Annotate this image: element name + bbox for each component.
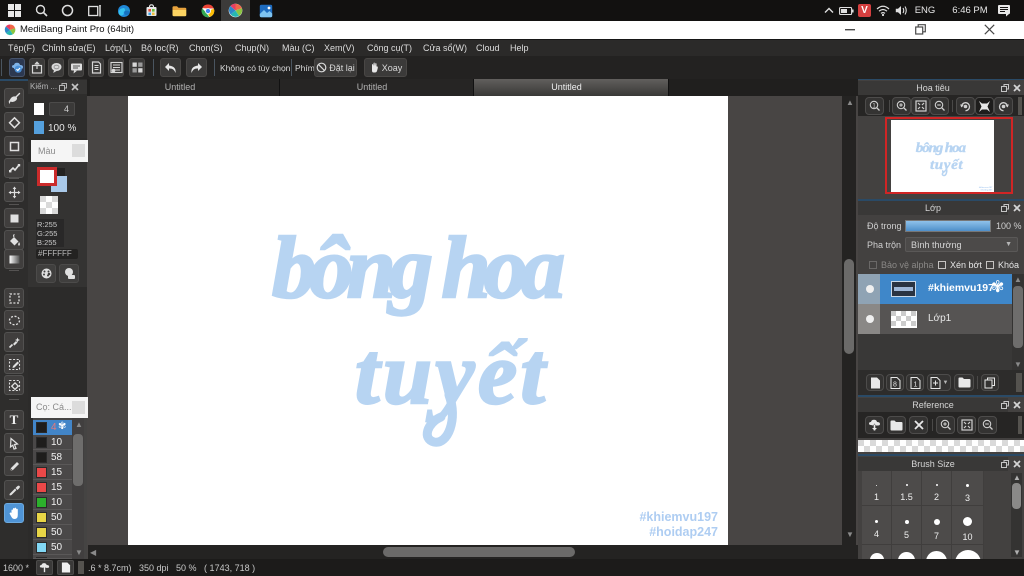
svg-text:1: 1: [913, 381, 917, 388]
svg-text:8: 8: [893, 381, 897, 388]
